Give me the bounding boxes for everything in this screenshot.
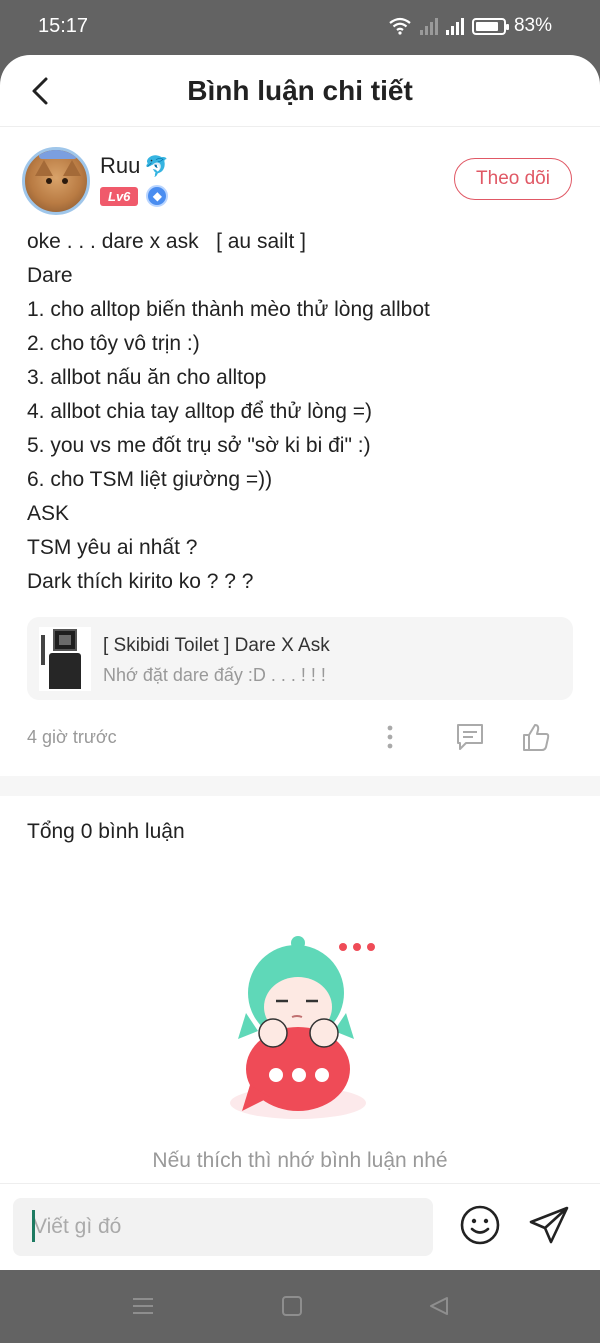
emoji-icon[interactable] [459, 1204, 501, 1246]
content-line: Dark thích kirito ko ? ? ? [27, 570, 254, 593]
page-header: Bình luận chi tiết [0, 55, 600, 127]
post-timestamp: 4 giờ trước [27, 727, 117, 747]
story-subtitle: Nhớ đặt dare đấy :D . . . ! ! ! [103, 665, 326, 685]
section-divider [0, 776, 600, 796]
content-line: ASK [27, 502, 70, 525]
level-badge: Lv6 [100, 186, 139, 206]
content-line: TSM yêu ai nhất ? [27, 536, 198, 559]
post-content: oke . . . dare x ask [ au sailt ] Dare 1… [0, 215, 600, 599]
content-line: 3. allbot nấu ăn cho alltop [27, 366, 267, 389]
empty-comments-mascot-icon [230, 936, 375, 1119]
signal-sim2-icon [445, 17, 464, 35]
verified-icon: ◆ [146, 185, 169, 207]
send-icon[interactable] [527, 1204, 571, 1246]
empty-comments-text: Nếu thích thì nhớ bình luận nhé [152, 1149, 448, 1172]
comment-icon[interactable] [454, 722, 486, 752]
post-actions: 4 giờ trước [0, 700, 600, 776]
comment-input[interactable] [13, 1198, 433, 1256]
signal-sim1-icon [419, 17, 438, 35]
content-line: Dare [27, 264, 73, 287]
avatar[interactable] [22, 147, 90, 215]
home-icon[interactable] [282, 1296, 302, 1316]
content-line: 6. cho TSM liệt giường =)) [27, 468, 273, 491]
content-line: 1. cho alltop biến thành mèo thử lòng al… [27, 298, 430, 321]
comments-count: Tổng 0 bình luận [27, 820, 185, 843]
battery-icon [471, 17, 509, 35]
referenced-story-card[interactable]: [ Skibidi Toilet ] Dare X Ask Nhớ đặt da… [27, 617, 573, 700]
like-icon[interactable] [520, 721, 552, 753]
page-title: Bình luận chi tiết [187, 75, 413, 106]
status-time: 15:17 [38, 15, 89, 37]
comment-detail-page: Bình luận chi tiết Ruu 🐬 Lv6 ◆ Theo dõi … [0, 55, 600, 1270]
dolphin-icon: 🐬 [144, 155, 170, 178]
story-title: [ Skibidi Toilet ] Dare X Ask [103, 635, 330, 656]
status-bar: 15:17 83% [0, 0, 600, 55]
battery-percent: 83% [513, 15, 552, 36]
follow-button[interactable]: Theo dõi [454, 158, 572, 200]
recent-apps-icon[interactable] [132, 1296, 154, 1316]
content-line: 4. allbot chia tay alltop để thử lòng =) [27, 400, 373, 423]
author-name[interactable]: Ruu [100, 153, 140, 179]
content-line: 2. cho tôy vô trịn :) [27, 332, 200, 355]
status-icons: 83% [388, 15, 552, 37]
system-nav-bar [0, 1270, 600, 1343]
content-line: 5. you vs me đốt trụ sở "sờ ki bi đi" :) [27, 434, 371, 457]
more-options-icon[interactable] [383, 724, 397, 750]
wifi-icon [389, 17, 411, 35]
comment-input-bar [0, 1183, 600, 1270]
text-cursor [32, 1210, 35, 1242]
story-thumbnail [39, 627, 91, 691]
post-author: Ruu 🐬 Lv6 ◆ Theo dõi [0, 127, 600, 215]
nav-back-icon[interactable] [428, 1296, 450, 1316]
content-line: oke . . . dare x ask [ au sailt ] [27, 230, 306, 253]
